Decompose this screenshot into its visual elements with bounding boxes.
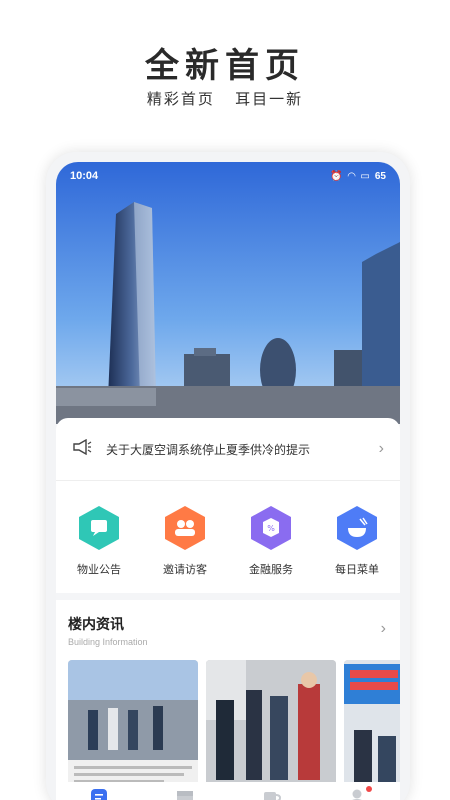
wifi-icon: ◠	[347, 170, 356, 182]
chevron-right-icon[interactable]: ›	[381, 620, 386, 638]
svg-text:%: %	[267, 524, 275, 533]
quick-link-label: 邀请访客	[163, 564, 207, 576]
home-icon	[91, 789, 107, 800]
phone-frame: 10:04 ⏰ ◠ ▭ 65 关于大厦空调系统停止夏季供冷的提示 › 物业公告	[46, 152, 410, 800]
promo-subtitle: 精彩首页 耳目一新	[146, 91, 304, 108]
status-icons: ⏰ ◠ ▭ 65	[330, 171, 386, 182]
quick-link-label: 物业公告	[77, 564, 121, 576]
news-card[interactable]	[206, 660, 336, 790]
news-card[interactable]	[68, 660, 198, 790]
news-section: 楼内资讯 Building Information ›	[56, 600, 400, 800]
bowl-icon	[337, 506, 377, 550]
tab-bar	[56, 782, 400, 800]
users-icon	[165, 506, 205, 550]
quick-link-visitors[interactable]: 邀请访客	[150, 505, 220, 593]
news-cards	[68, 660, 400, 790]
battery-level: 65	[374, 170, 386, 182]
notification-badge	[366, 786, 372, 792]
tab-home[interactable]	[88, 788, 110, 800]
notice-bar[interactable]: 关于大厦空调系统停止夏季供冷的提示 ›	[56, 418, 400, 480]
app-screen: 10:04 ⏰ ◠ ▭ 65 关于大厦空调系统停止夏季供冷的提示 › 物业公告	[56, 162, 400, 800]
megaphone-icon	[72, 438, 92, 460]
quick-link-notices[interactable]: 物业公告	[64, 505, 134, 593]
cup-icon	[264, 792, 282, 800]
quick-link-menu[interactable]: 每日菜单	[322, 505, 392, 593]
chevron-right-icon: ›	[378, 440, 384, 457]
status-bar: 10:04 ⏰ ◠ ▭ 65	[56, 162, 400, 190]
tab-services[interactable]	[174, 788, 196, 800]
quick-link-label: 每日菜单	[335, 564, 379, 576]
promo-title: 全新首页	[145, 46, 305, 86]
user-icon	[352, 789, 362, 800]
tab-profile[interactable]	[346, 786, 372, 800]
alarm-icon: ⏰	[330, 170, 343, 182]
tab-cafe[interactable]	[260, 788, 282, 800]
status-time: 10:04	[70, 170, 99, 182]
message-icon	[79, 506, 119, 550]
hero-banner[interactable]: 10:04 ⏰ ◠ ▭ 65	[56, 162, 400, 424]
store-icon	[177, 791, 193, 800]
news-card[interactable]	[344, 660, 400, 790]
finance-icon: %	[251, 506, 291, 550]
quick-links: 物业公告 邀请访客 % 金融服务 每日菜单	[56, 481, 400, 593]
quick-link-label: 金融服务	[249, 564, 293, 576]
news-title: 楼内资讯	[68, 616, 124, 632]
notice-text: 关于大厦空调系统停止夏季供冷的提示	[106, 442, 311, 457]
quick-link-finance[interactable]: % 金融服务	[236, 505, 306, 593]
news-subtitle: Building Information	[68, 637, 148, 647]
battery-icon: ▭	[360, 170, 370, 182]
